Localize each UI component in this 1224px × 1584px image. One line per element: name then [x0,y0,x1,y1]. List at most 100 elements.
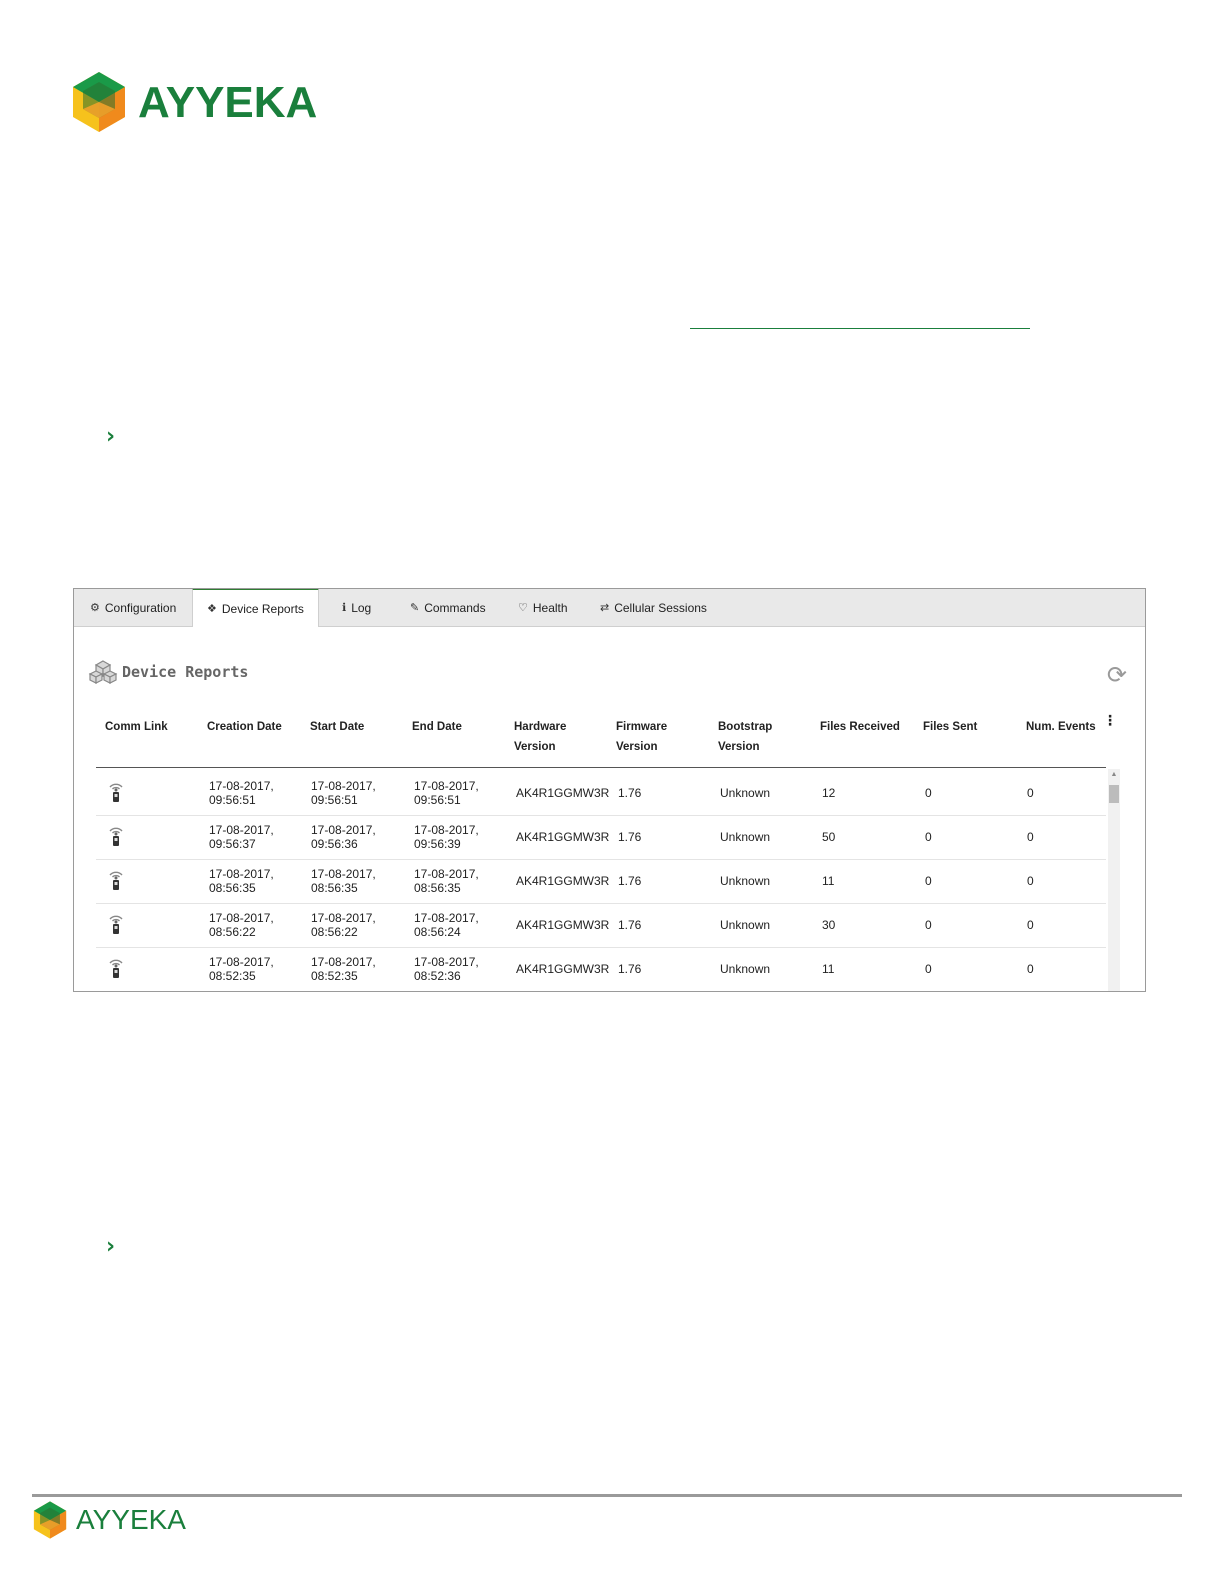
tab-health[interactable]: ♡ Health [518,589,568,626]
link-underline[interactable] [690,328,1030,329]
tab-device-reports[interactable]: ❖ Device Reports [192,589,319,627]
cell-time-line: 09:56:37 [209,837,256,851]
cell-hardware: AK4R1GGMW3R [516,786,610,800]
cell-end: 17-08-2017, 08:56:24 [414,911,479,939]
tab-log[interactable]: ℹ Log [342,589,371,626]
brand-wordmark: AYYEKA [76,1504,186,1535]
cell-bootstrap: Unknown [720,786,771,800]
cell-date-line: 17-08-2017, [414,911,479,925]
stethoscope-icon: ♡ [518,601,528,614]
cell-date-line: 17-08-2017, [414,955,479,969]
cell-time-line: 09:56:51 [209,793,256,807]
column-header-end-date[interactable]: End Date [412,717,462,737]
tab-label: Log [351,600,372,615]
vertical-scrollbar[interactable]: ▲ [1108,769,1120,991]
cell-time-line: 08:56:24 [414,925,461,939]
cell-hardware: AK4R1GGMW3R [516,874,610,888]
table-row[interactable]: 17-08-2017, 08:56:35 17-08-2017, 08:56:35 17… [96,859,1106,904]
cell-received: 50 [822,830,836,844]
cell-firmware: 1.76 [618,874,642,888]
table-row[interactable]: 17-08-2017, 08:56:22 17-08-2017, 08:56:22 17… [96,903,1106,948]
cell-sent: 0 [925,962,932,976]
tab-label: Commands [424,600,486,615]
cell-date-line: 17-08-2017, [414,779,479,793]
cell-sent: 0 [925,918,932,932]
header-divider [96,767,1106,768]
cell-sent: 0 [925,874,932,888]
column-header-comm-link[interactable]: Comm Link [105,717,168,737]
cell-end: 17-08-2017, 08:56:35 [414,867,479,895]
cell-time-line: 08:56:22 [311,925,358,939]
cell-sent: 0 [925,786,932,800]
tab-label: Device Reports [221,601,304,616]
header-logo: AYYEKA [70,70,317,136]
cell-hardware: AK4R1GGMW3R [516,918,610,932]
panel-title: Device Reports [88,659,248,685]
cell-time-line: 08:52:35 [311,969,358,983]
cell-hardware: AK4R1GGMW3R [516,962,610,976]
cell-firmware: 1.76 [618,830,642,844]
cell-time-line: 09:56:51 [311,793,358,807]
cellular-antenna-icon [108,825,124,847]
tab-bar: ⚙ Configuration ❖ Device Reports ℹ Log ✎… [74,589,1145,627]
cell-start: 17-08-2017, 09:56:51 [311,779,376,807]
column-header-hardware-version[interactable]: Hardware Version [514,717,566,757]
cell-end: 17-08-2017, 09:56:51 [414,779,479,807]
cell-creation: 17-08-2017, 09:56:37 [209,823,274,851]
cell-received: 12 [822,786,836,800]
cell-start: 17-08-2017, 08:56:22 [311,911,376,939]
table-row[interactable]: 17-08-2017, 09:56:37 17-08-2017, 09:56:36 17… [96,815,1106,860]
cell-date-line: 17-08-2017, [311,911,376,925]
cell-received: 11 [822,962,835,976]
column-header-files-received[interactable]: Files Received [820,717,900,737]
cell-received: 30 [822,918,836,932]
cell-bootstrap: Unknown [720,874,771,888]
column-header-firmware-version[interactable]: Firmware Version [616,717,667,757]
cubes-icon: ❖ [207,602,217,615]
cell-events: 0 [1027,830,1034,844]
gears-icon: ⚙ [90,601,100,614]
column-header-start-date[interactable]: Start Date [310,717,364,737]
cell-bootstrap: Unknown [720,830,771,844]
tab-configuration[interactable]: ⚙ Configuration [90,589,176,626]
cell-date-line: 17-08-2017, [209,955,274,969]
brand-wordmark: AYYEKA [138,78,318,127]
tab-commands[interactable]: ✎ Commands [410,589,486,626]
cell-sent: 0 [925,830,932,844]
cubes-icon [88,660,118,684]
cell-time-line: 08:56:35 [209,881,256,895]
table-row[interactable]: 17-08-2017, 09:56:51 17-08-2017, 09:56:51 17… [96,771,1106,816]
cell-date-line: 17-08-2017, [311,779,376,793]
bullet-chevron-icon: › [106,424,116,449]
cell-firmware: 1.76 [618,918,642,932]
panel-title-text: Device Reports [122,663,249,681]
cell-time-line: 09:56:51 [414,793,461,807]
tab-label: Cellular Sessions [614,600,707,615]
cell-events: 0 [1027,962,1034,976]
scrollbar-thumb[interactable] [1109,785,1119,803]
cell-time-line: 08:56:35 [414,881,461,895]
scroll-up-icon[interactable]: ▲ [1108,771,1120,778]
ayyeka-hexagon-icon [33,1501,67,1539]
table-row[interactable]: 17-08-2017, 08:52:35 17-08-2017, 08:52:35 17… [96,947,1106,991]
cell-date-line: 17-08-2017, [414,823,479,837]
column-menu-icon[interactable]: ⋮ [1103,713,1117,729]
refresh-icon[interactable]: ⟳ [1107,661,1127,689]
cell-start: 17-08-2017, 09:56:36 [311,823,376,851]
column-header-num-events[interactable]: Num. Events [1026,717,1096,737]
cell-events: 0 [1027,918,1034,932]
info-icon: ℹ [342,601,347,614]
footer-logo: AYYEKA [32,1500,192,1542]
column-header-creation-date[interactable]: Creation Date [207,717,282,737]
cell-bootstrap: Unknown [720,918,771,932]
footer-divider [32,1494,1182,1497]
cellular-antenna-icon [108,869,124,891]
cell-hardware: AK4R1GGMW3R [516,830,610,844]
cell-time-line: 09:56:36 [311,837,358,851]
cell-creation: 17-08-2017, 08:56:22 [209,911,274,939]
cell-creation: 17-08-2017, 08:52:35 [209,955,274,983]
column-header-files-sent[interactable]: Files Sent [923,717,977,737]
column-header-bootstrap-version[interactable]: Bootstrap Version [718,717,772,757]
tab-label: Configuration [104,600,177,615]
tab-cellular-sessions[interactable]: ⇄ Cellular Sessions [600,589,707,626]
